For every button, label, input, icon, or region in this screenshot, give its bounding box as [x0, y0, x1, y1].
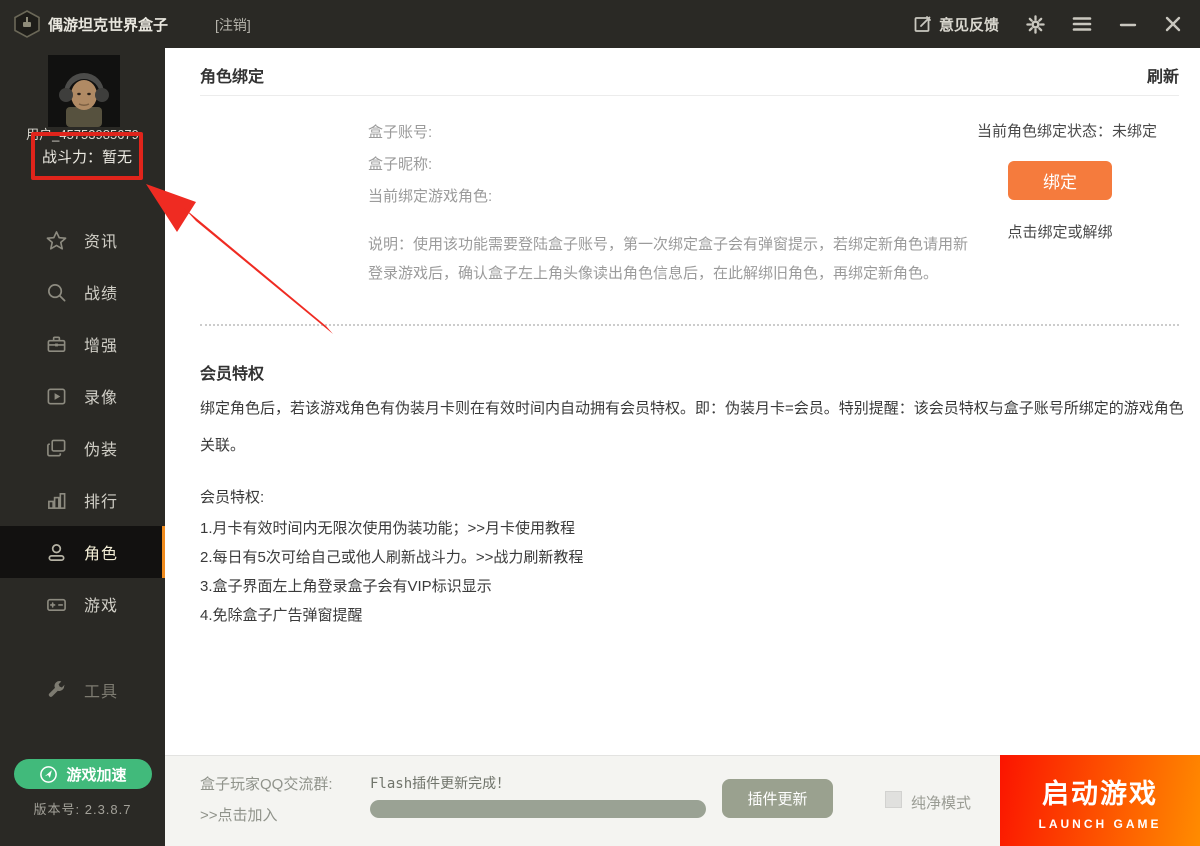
star-icon [46, 230, 67, 251]
sidebar-item-news[interactable]: 资讯 [0, 214, 165, 266]
pure-mode-label: 纯净模式 [911, 792, 971, 813]
sidebar: 用户_45753985679 战斗力：暂无 资讯 战绩 [0, 48, 165, 846]
sidebar-item-tools[interactable]: 工具 [0, 664, 165, 716]
header-divider [200, 95, 1179, 96]
avatar[interactable] [48, 55, 120, 127]
flash-progress-fill [370, 800, 706, 818]
membership-item: 1.月卡有效时间内无限次使用伪装功能；>>月卡使用教程 [200, 514, 583, 543]
main-content: 角色绑定 刷新 盒子账号: 盒子昵称: 当前绑定游戏角色: 当前角色绑定状态：未… [165, 48, 1200, 755]
close-icon[interactable] [1164, 15, 1182, 33]
accelerate-icon [39, 765, 58, 784]
launch-game-button[interactable]: 启动游戏 LAUNCH GAME [1000, 755, 1200, 846]
bottombar: 盒子玩家QQ交流群: >>点击加入 Flash插件更新完成！ 插件更新 纯净模式… [165, 755, 1200, 846]
bind-button[interactable]: 绑定 [1008, 161, 1112, 200]
logout-link[interactable]: [注销] [215, 15, 251, 35]
app-window: 偶游坦克世界盒子 [注销] 意见反馈 [0, 0, 1200, 846]
bind-note: 说明：使用该功能需要登陆盒子账号，第一次绑定盒子会有弹窗提示，若绑定新角色请用新… [368, 230, 978, 288]
page-title: 角色绑定 [200, 63, 264, 87]
box-nickname-label: 盒子昵称: [368, 153, 432, 174]
membership-description: 绑定角色后，若该游戏角色有伪装月卡则在有效时间内自动拥有会员特权。即：伪装月卡=… [200, 390, 1195, 464]
flash-progress-bar [370, 800, 706, 818]
sidebar-item-records[interactable]: 战绩 [0, 266, 165, 318]
box-account-label: 盒子账号: [368, 121, 432, 142]
sidebar-item-ranking[interactable]: 排行 [0, 474, 165, 526]
wrench-icon [46, 680, 67, 701]
app-logo-icon [12, 9, 42, 39]
membership-title: 会员特权 [200, 360, 264, 384]
search-icon [46, 282, 67, 303]
gamepad-icon [46, 594, 67, 615]
briefcase-icon [46, 334, 67, 355]
dashed-divider [200, 324, 1179, 326]
bind-status: 当前角色绑定状态：未绑定 [977, 120, 1157, 141]
feedback-button[interactable]: 意见反馈 [914, 14, 999, 35]
nav-spacer [0, 630, 165, 664]
game-accelerate-button[interactable]: 游戏加速 [14, 759, 152, 789]
gear-icon[interactable] [1026, 15, 1045, 34]
membership-list: 1.月卡有效时间内无限次使用伪装功能；>>月卡使用教程 2.每日有5次可给自己或… [200, 514, 583, 630]
sidebar-item-role[interactable]: 角色 [0, 526, 165, 578]
minimize-icon[interactable] [1119, 16, 1137, 32]
titlebar-actions: 意见反馈 [914, 0, 1182, 48]
accelerate-label: 游戏加速 [66, 764, 126, 785]
feedback-pen-icon [914, 15, 932, 33]
flash-status: Flash插件更新完成！ [370, 773, 510, 793]
qq-join-link[interactable]: >>点击加入 [200, 804, 278, 825]
menu-icon[interactable] [1072, 16, 1092, 32]
pure-mode-checkbox[interactable] [885, 791, 902, 808]
sidebar-item-replay[interactable]: 录像 [0, 370, 165, 422]
sidebar-item-enhance[interactable]: 增强 [0, 318, 165, 370]
feedback-label: 意见反馈 [939, 14, 999, 35]
refresh-button[interactable]: 刷新 [1147, 63, 1179, 87]
sidebar-item-disguise[interactable]: 伪装 [0, 422, 165, 474]
power-refresh-tutorial-link[interactable]: >>战力刷新教程 [476, 549, 584, 566]
launch-title: 启动游戏 [1042, 772, 1158, 811]
version-label: 版本号: 2.3.8.7 [0, 799, 165, 818]
video-icon [46, 386, 67, 407]
titlebar: 偶游坦克世界盒子 [注销] 意见反馈 [0, 0, 1200, 48]
bar-chart-icon [46, 490, 67, 511]
membership-item: 3.盒子界面左上角登录盒子会有VIP标识显示 [200, 572, 583, 601]
membership-item: 4.免除盒子广告弹窗提醒 [200, 601, 583, 630]
layers-icon [46, 438, 67, 459]
bound-role-label: 当前绑定游戏角色: [368, 185, 492, 206]
sidebar-nav: 资讯 战绩 增强 [0, 214, 165, 716]
combat-power-highlight-box: 战斗力：暂无 [31, 132, 143, 180]
launch-subtitle: LAUNCH GAME [1039, 817, 1162, 831]
sidebar-item-game[interactable]: 游戏 [0, 578, 165, 630]
app-title: 偶游坦克世界盒子 [48, 14, 168, 35]
membership-item: 2.每日有5次可给自己或他人刷新战斗力。>>战力刷新教程 [200, 543, 583, 572]
qq-group-label: 盒子玩家QQ交流群: [200, 773, 333, 794]
monthly-card-tutorial-link[interactable]: >>月卡使用教程 [468, 520, 576, 537]
bind-hint: 点击绑定或解绑 [993, 221, 1127, 242]
membership-list-title: 会员特权: [200, 486, 264, 507]
person-icon [46, 542, 67, 563]
combat-power-label: 战斗力：暂无 [42, 146, 132, 167]
plugin-update-button[interactable]: 插件更新 [722, 779, 833, 818]
